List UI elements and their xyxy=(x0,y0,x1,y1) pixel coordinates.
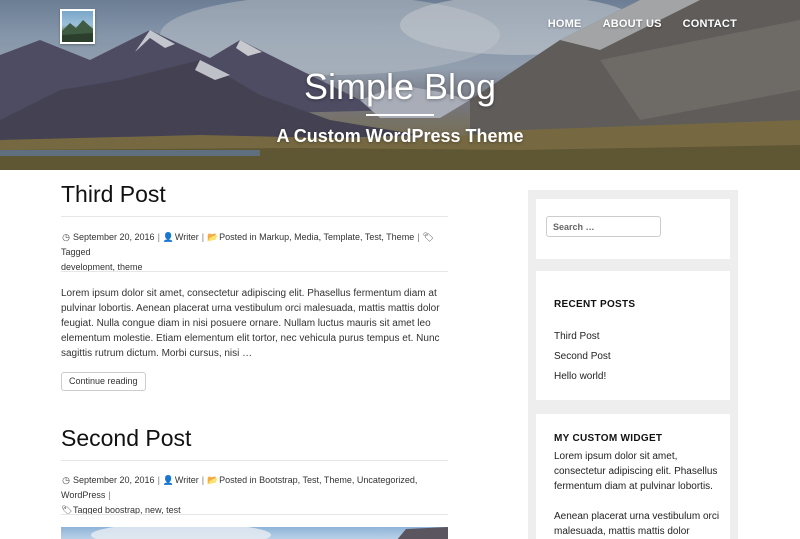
post-categories[interactable]: Posted in Markup, Media, Template, Test,… xyxy=(219,232,414,242)
clock-icon: ◷ xyxy=(62,475,70,485)
search-input[interactable] xyxy=(546,216,661,237)
site-description: A Custom WordPress Theme xyxy=(276,126,524,146)
post-author[interactable]: Writer xyxy=(175,232,199,242)
folder-open-icon: 📂 xyxy=(207,475,219,485)
widget-title: MY CUSTOM WIDGET xyxy=(554,433,663,444)
site-logo[interactable] xyxy=(60,9,95,44)
recent-post-link[interactable]: Third Post xyxy=(554,327,611,347)
divider xyxy=(61,460,448,461)
site-header: HOME ABOUT US CONTACT Simple Blog A Cust… xyxy=(0,0,800,170)
post-meta: ◷ September 20, 2016 | 👤Writer | 📂Posted in B… xyxy=(61,473,448,518)
post-date[interactable]: September 20, 2016 xyxy=(73,232,155,242)
post-excerpt: Lorem ipsum dolor sit amet, consectetur … xyxy=(61,288,440,359)
recent-posts-widget: RECENT POSTS Third Post Second Post Hell… xyxy=(536,271,730,400)
recent-posts-list: Third Post Second Post Hello world! xyxy=(554,327,611,387)
nav-contact[interactable]: CONTACT xyxy=(683,18,737,30)
widget-title: RECENT POSTS xyxy=(554,299,636,310)
primary-nav: HOME ABOUT US CONTACT xyxy=(548,18,737,30)
post-date[interactable]: September 20, 2016 xyxy=(73,475,155,485)
nav-about-us[interactable]: ABOUT US xyxy=(603,18,662,30)
custom-widget-paragraph: Aenean placerat urna vestibulum orci mal… xyxy=(554,511,720,537)
search-widget xyxy=(536,199,730,259)
folder-open-icon: 📂 xyxy=(207,232,219,242)
logo-landscape-icon xyxy=(62,20,93,42)
user-icon: 👤 xyxy=(162,232,175,242)
post-meta: ◷ September 20, 2016 | 👤Writer | 📂Posted in M… xyxy=(61,232,434,272)
custom-widget-paragraph: Lorem ipsum dolor sit amet, consectetur … xyxy=(554,451,718,492)
title-divider xyxy=(366,114,434,116)
divider xyxy=(61,271,448,272)
featured-image-landscape xyxy=(91,527,448,539)
clock-icon: ◷ xyxy=(62,232,70,242)
post-title[interactable]: Third Post xyxy=(61,183,166,206)
continue-reading-button[interactable]: Continue reading xyxy=(61,372,146,391)
recent-post-link[interactable]: Second Post xyxy=(554,347,611,367)
tags-icon: 🏷 xyxy=(61,505,73,515)
custom-widget-text: Lorem ipsum dolor sit amet, consectetur … xyxy=(554,449,722,539)
post-featured-image[interactable] xyxy=(61,527,448,539)
divider xyxy=(61,216,448,217)
post-title[interactable]: Second Post xyxy=(61,427,191,450)
post-author[interactable]: Writer xyxy=(175,475,199,485)
sidebar: RECENT POSTS Third Post Second Post Hell… xyxy=(528,190,738,539)
custom-widget: MY CUSTOM WIDGET Lorem ipsum dolor sit a… xyxy=(536,414,730,539)
post-tags-label: Tagged xyxy=(61,247,91,257)
user-icon: 👤 xyxy=(162,475,175,485)
nav-home[interactable]: HOME xyxy=(548,18,582,30)
tags-icon: 🏷 xyxy=(422,232,434,242)
site-title[interactable]: Simple Blog xyxy=(0,66,800,108)
recent-post-link[interactable]: Hello world! xyxy=(554,367,611,387)
divider xyxy=(61,514,448,515)
